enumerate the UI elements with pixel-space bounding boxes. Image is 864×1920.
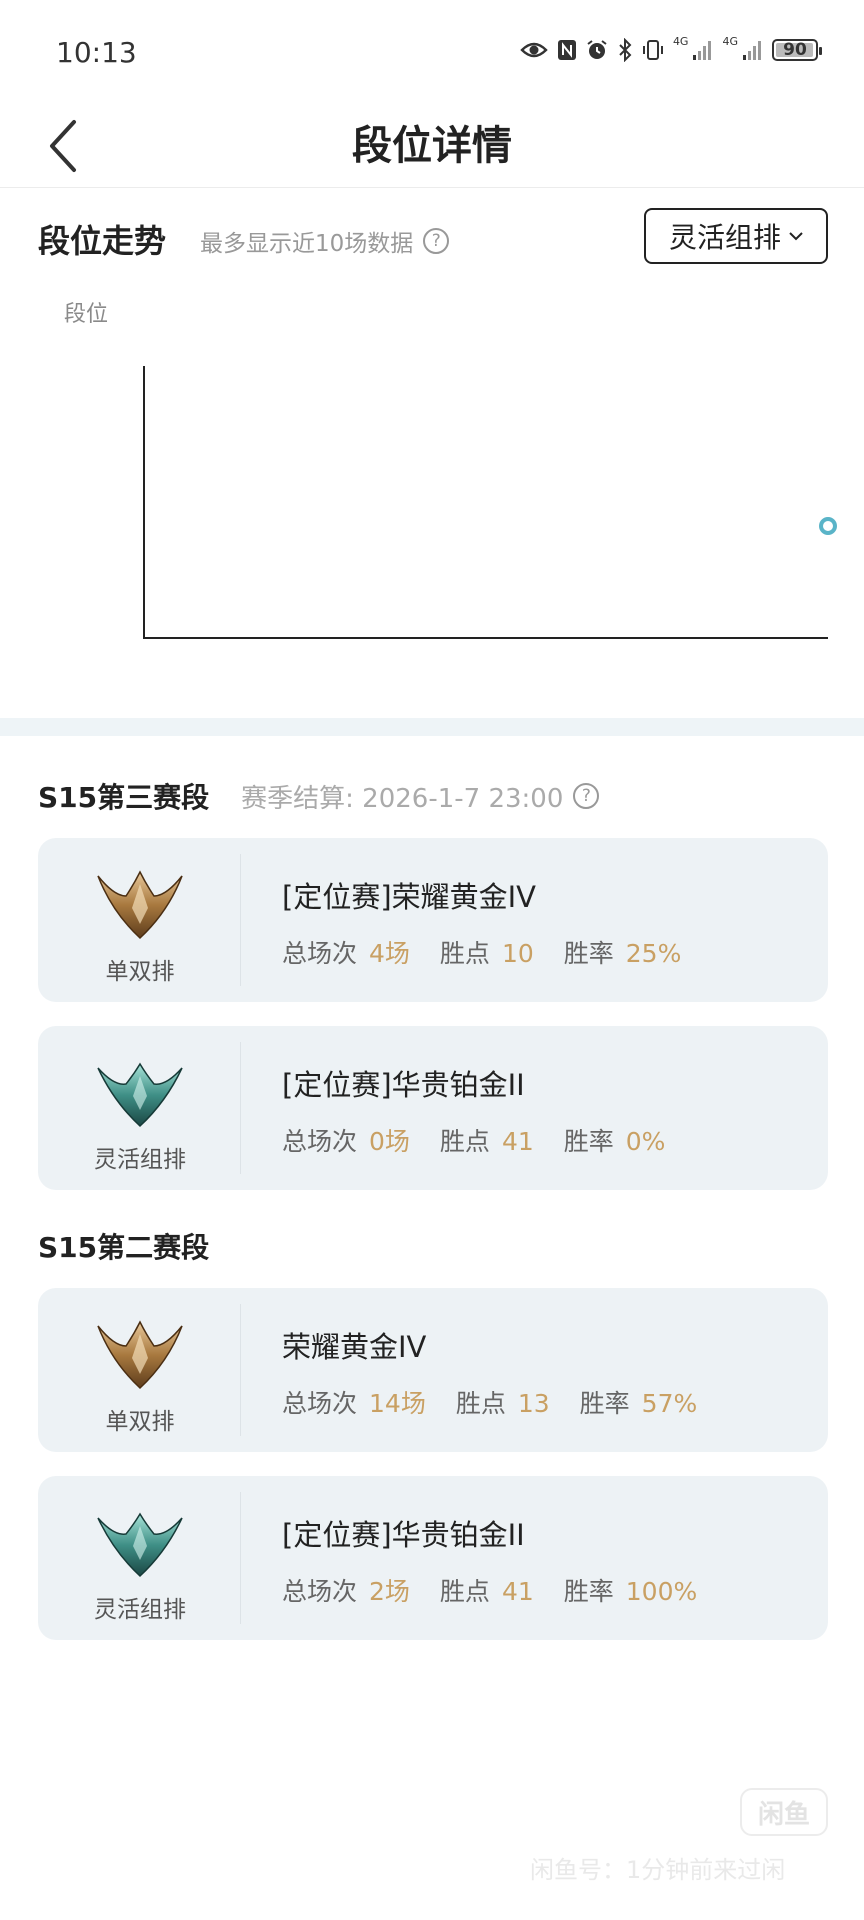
- section-divider: [0, 718, 864, 736]
- rank-card[interactable]: 灵活组排 [定位赛]华贵铂金II 总场次 0场 胜点 41 胜率 0%: [38, 1026, 828, 1190]
- rank-stats: 总场次 4场 胜点 10 胜率 25%: [282, 934, 711, 970]
- season-settlement: 赛季结算: 2026-1-7 23:00 ?: [241, 778, 600, 815]
- rank-name: [定位赛]华贵铂金II: [282, 1068, 525, 1102]
- games-value: 0场: [369, 1127, 410, 1156]
- rank-card-left: 单双排: [38, 1288, 242, 1452]
- rank-trend-chart: [143, 366, 837, 639]
- battery-level: 90: [783, 40, 807, 60]
- queue-type-dropdown[interactable]: 灵活组排: [644, 208, 828, 264]
- network-type-1: 4G: [672, 35, 689, 48]
- queue-type-label: 灵活组排: [94, 1597, 186, 1623]
- rank-card[interactable]: 灵活组排 [定位赛]华贵铂金II 总场次 2场 胜点 41 胜率 100%: [38, 1476, 828, 1640]
- points-value: 41: [501, 1577, 534, 1606]
- card-separator: [240, 854, 241, 986]
- winrate-value: 100%: [625, 1577, 698, 1606]
- network-type-2: 4G: [722, 35, 738, 48]
- bluetooth-icon: [619, 38, 632, 62]
- points-label: 胜点: [439, 1127, 490, 1156]
- signal-icon: [693, 41, 712, 60]
- season-title: S15第三赛段: [38, 781, 210, 814]
- card-separator: [240, 1304, 241, 1436]
- rank-card-left: 灵活组排: [38, 1476, 242, 1640]
- chart-y-axis-label: 段位: [64, 302, 109, 327]
- watermark-logo: 闲鱼: [740, 1788, 828, 1836]
- rank-name: 荣耀黄金IV: [282, 1330, 427, 1364]
- games-value: 2场: [369, 1577, 410, 1606]
- points-value: 13: [517, 1389, 550, 1418]
- help-icon[interactable]: ?: [573, 783, 600, 809]
- page-title: 段位详情: [352, 123, 512, 169]
- platinum-emblem-icon: [97, 1512, 183, 1578]
- trend-header: 段位走势 最多显示近10场数据 ? 灵活组排: [38, 208, 828, 264]
- platinum-emblem-icon: [97, 1062, 183, 1128]
- points-label: 胜点: [439, 1577, 490, 1606]
- games-label: 总场次: [282, 1577, 358, 1606]
- nfc-icon: [557, 40, 576, 60]
- help-icon[interactable]: ?: [423, 228, 450, 254]
- chevron-down-icon: [789, 232, 803, 241]
- nav-header: 段位详情: [0, 104, 864, 188]
- status-time: 10:13: [56, 36, 137, 69]
- winrate-label: 胜率: [563, 939, 614, 968]
- rank-card-left: 灵活组排: [38, 1026, 242, 1190]
- points-label: 胜点: [439, 939, 490, 968]
- status-bar: 10:13 4G 4G 90: [0, 0, 864, 104]
- queue-type-label: 灵活组排: [94, 1147, 186, 1173]
- season-title: S15第二赛段: [38, 1231, 210, 1264]
- queue-type-label: 单双排: [105, 959, 175, 985]
- season-header: S15第二赛段: [38, 1226, 209, 1266]
- chart-data-point: [819, 517, 837, 535]
- winrate-value: 57%: [641, 1389, 698, 1418]
- signal-icon: [743, 41, 761, 60]
- games-label: 总场次: [282, 1389, 358, 1418]
- winrate-label: 胜率: [563, 1577, 614, 1606]
- trend-title: 段位走势: [38, 222, 167, 260]
- winrate-value: 25%: [625, 939, 682, 968]
- trend-subtitle: 最多显示近10场数据 ?: [200, 224, 450, 258]
- rank-stats: 总场次 0场 胜点 41 胜率 0%: [282, 1122, 695, 1158]
- card-separator: [240, 1492, 241, 1624]
- gold-emblem-icon: [97, 1320, 183, 1390]
- status-icons: 4G 4G 90: [520, 35, 822, 62]
- battery-icon: 90: [772, 39, 822, 61]
- winrate-label: 胜率: [579, 1389, 630, 1418]
- rank-card[interactable]: 单双排 [定位赛]荣耀黄金IV 总场次 4场 胜点 10 胜率 25%: [38, 838, 828, 1002]
- rank-card-left: 单双排: [38, 838, 242, 1002]
- vibrate-icon: [642, 40, 663, 60]
- winrate-label: 胜率: [563, 1127, 614, 1156]
- rank-name: [定位赛]华贵铂金II: [282, 1518, 525, 1552]
- games-label: 总场次: [282, 1127, 358, 1156]
- points-label: 胜点: [455, 1389, 506, 1418]
- points-value: 41: [501, 1127, 534, 1156]
- alarm-icon: [587, 40, 607, 59]
- rank-card[interactable]: 单双排 荣耀黄金IV 总场次 14场 胜点 13 胜率 57%: [38, 1288, 828, 1452]
- games-value: 14场: [369, 1389, 426, 1418]
- trend-subtitle-text: 最多显示近10场数据: [200, 231, 414, 257]
- rank-stats: 总场次 14场 胜点 13 胜率 57%: [282, 1384, 727, 1420]
- season-settlement-text: 赛季结算: 2026-1-7 23:00: [241, 783, 564, 814]
- card-separator: [240, 1042, 241, 1174]
- gold-emblem-icon: [97, 870, 183, 940]
- games-value: 4场: [369, 939, 410, 968]
- points-value: 10: [501, 939, 534, 968]
- games-label: 总场次: [282, 939, 358, 968]
- season-header: S15第三赛段 赛季结算: 2026-1-7 23:00 ?: [38, 776, 600, 816]
- rank-stats: 总场次 2场 胜点 41 胜率 100%: [282, 1572, 727, 1608]
- rank-name: [定位赛]荣耀黄金IV: [282, 880, 537, 914]
- dropdown-value: 灵活组排: [668, 221, 781, 254]
- winrate-value: 0%: [625, 1127, 666, 1156]
- queue-type-label: 单双排: [105, 1409, 175, 1435]
- eye-icon: [520, 42, 548, 58]
- watermark-text: 闲鱼号：1分钟前来过闲: [530, 1856, 786, 1884]
